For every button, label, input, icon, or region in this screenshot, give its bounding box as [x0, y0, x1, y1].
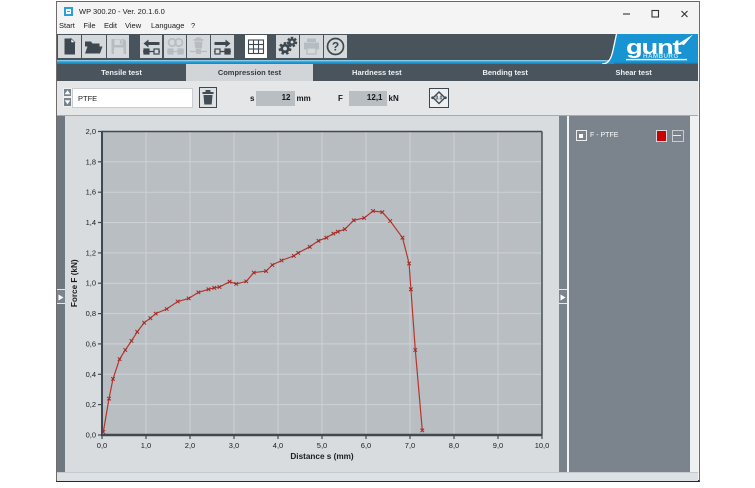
svg-text:0,2: 0,2 [85, 400, 95, 409]
svg-text:Distance s (mm): Distance s (mm) [290, 452, 354, 461]
svg-text:0,0: 0,0 [96, 441, 106, 450]
svg-text:?: ? [332, 40, 339, 54]
svg-text:10,0: 10,0 [534, 441, 549, 450]
svg-text:8,0: 8,0 [448, 441, 458, 450]
svg-text:0,0: 0,0 [85, 431, 95, 440]
svg-text:1,0: 1,0 [140, 441, 150, 450]
svg-text:1,8: 1,8 [85, 157, 95, 166]
svg-text:9,0: 9,0 [492, 441, 502, 450]
svg-text:Force F (kN): Force F (kN) [70, 259, 79, 307]
svg-text:2,0: 2,0 [184, 441, 194, 450]
svg-text:0,6: 0,6 [85, 339, 95, 348]
svg-text:1,2: 1,2 [85, 248, 95, 257]
svg-text:5,0: 5,0 [316, 441, 326, 450]
svg-text:2,0: 2,0 [85, 127, 95, 136]
svg-text:7,0: 7,0 [404, 441, 414, 450]
svg-text:4,0: 4,0 [272, 441, 282, 450]
svg-text:1,6: 1,6 [85, 188, 95, 197]
svg-text:0,4: 0,4 [85, 370, 95, 379]
svg-text:0.0: 0.0 [436, 96, 443, 102]
svg-text:6,0: 6,0 [360, 441, 370, 450]
svg-text:1,4: 1,4 [85, 218, 95, 227]
svg-text:1,0: 1,0 [85, 279, 95, 288]
svg-text:0,8: 0,8 [85, 309, 95, 318]
svg-text:3,0: 3,0 [228, 441, 238, 450]
